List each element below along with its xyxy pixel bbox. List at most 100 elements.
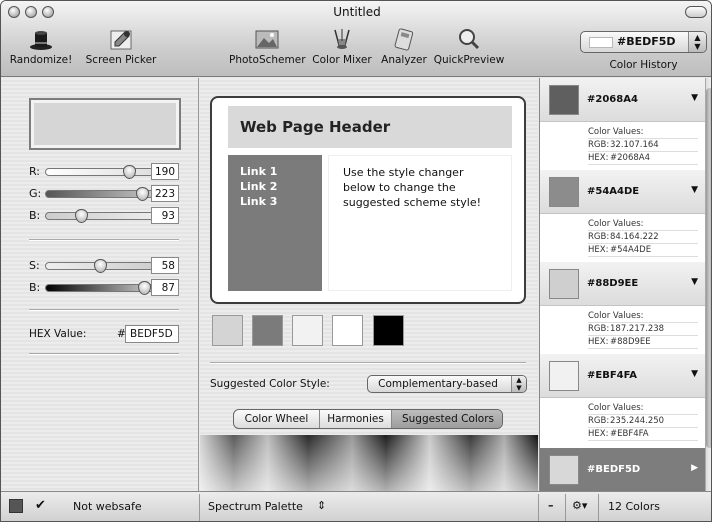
palette-selector[interactable]: Spectrum Palette [208, 500, 303, 520]
divider [29, 239, 179, 241]
rgb-value: 32.107.164 [610, 140, 659, 150]
divider [29, 309, 179, 311]
rgb-value: 235.244.250 [610, 416, 665, 426]
scrollbar-thumb[interactable] [706, 88, 711, 448]
screen-picker-label: Screen Picker [85, 54, 157, 66]
analyzer-button[interactable]: Analyzer [378, 27, 430, 66]
history-code: #88D9EE [587, 278, 639, 289]
mixer-tubes-icon [334, 29, 350, 49]
suggested-style-select[interactable]: Complementary-based ▲ ▼ [367, 375, 527, 393]
gear-menu-button[interactable]: ⚙▾ [572, 499, 587, 519]
history-swatch [549, 85, 579, 115]
history-details: Color Values: RGB:187.217.238 HEX: #88D9E… [588, 310, 698, 349]
green-value-field[interactable]: 223 [151, 185, 179, 202]
history-swatch [549, 361, 579, 391]
color-count: 12 Colors [608, 500, 660, 513]
blue-slider-knob[interactable] [75, 209, 88, 223]
hex-value: #EBF4FA [610, 429, 649, 439]
history-item-selected[interactable]: #BEDF5D ▶ [540, 448, 705, 491]
green-slider-row: G: 223 [29, 185, 189, 202]
green-slider[interactable] [45, 187, 161, 201]
disclosure-triangle-icon[interactable]: ▼ [691, 185, 698, 195]
screen-picker-button[interactable]: Screen Picker [83, 27, 159, 66]
red-slider[interactable] [45, 165, 161, 179]
color-controls-panel: R: 190 G: 223 B: 93 S: 58 B: 87 HEX Valu… [1, 78, 199, 491]
divider [538, 494, 539, 521]
quick-preview-label: QuickPreview [433, 54, 505, 66]
history-item[interactable]: #EBF4FA ▼ Color Values: RGB:235.244.250 … [540, 354, 705, 446]
preview-body-text: Use the style changer below to change th… [328, 155, 512, 291]
brightness-slider-row: B: 87 [29, 279, 189, 296]
rgb-value: 84.164.222 [610, 232, 659, 242]
scheme-swatch[interactable] [252, 315, 283, 346]
history-item-header[interactable]: #88D9EE ▼ [540, 262, 705, 306]
color-values-label: Color Values: [588, 126, 698, 139]
history-item-header[interactable]: #EBF4FA ▼ [540, 354, 705, 398]
red-label: R: [29, 165, 41, 178]
disclosure-triangle-icon[interactable]: ▼ [691, 93, 698, 103]
app-window: Untitled Randomize! Screen Picker PhotoS… [0, 0, 712, 522]
disclosure-triangle-right-icon[interactable]: ▶ [691, 463, 698, 473]
scheme-swatch[interactable] [212, 315, 243, 346]
rgb-label: RGB: [588, 232, 610, 242]
scheme-swatch[interactable] [332, 315, 363, 346]
select-arrows-icon: ▲ ▼ [511, 376, 526, 392]
divider [210, 362, 526, 364]
history-item[interactable]: #54A4DE ▼ Color Values: RGB:84.164.222 H… [540, 170, 705, 262]
hex-value: #88D9EE [610, 337, 651, 347]
disclosure-triangle-icon[interactable]: ▼ [691, 277, 698, 287]
tab-suggested-colors[interactable]: Suggested Colors [392, 410, 502, 428]
blue-slider[interactable] [45, 209, 161, 223]
divider [598, 494, 599, 521]
hex-value-row: HEX Value: # BEDF5D [29, 325, 181, 343]
view-tabs: Color Wheel Harmonies Suggested Colors [233, 409, 503, 429]
color-history-label: Color History [609, 59, 678, 71]
disclosure-triangle-icon[interactable]: ▼ [691, 369, 698, 379]
current-color-well[interactable] [29, 98, 181, 150]
checkmark-icon[interactable]: ✔ [35, 498, 46, 518]
preview-link: Link 2 [240, 180, 278, 193]
red-value-field[interactable]: 190 [151, 163, 179, 180]
photo-schemer-button[interactable]: PhotoSchemer [229, 27, 306, 66]
color-mixer-button[interactable]: Color Mixer [309, 27, 375, 66]
green-slider-knob[interactable] [136, 187, 149, 201]
brightness-slider[interactable] [45, 281, 161, 295]
scheme-swatch[interactable] [292, 315, 323, 346]
tab-color-wheel[interactable]: Color Wheel [234, 410, 320, 428]
brightness-value-field[interactable]: 87 [151, 279, 179, 296]
magnifier-icon [459, 29, 480, 50]
websafe-toggle-icon[interactable] [9, 499, 23, 513]
preview-links: Link 1 Link 2 Link 3 [228, 155, 322, 291]
rgb-label: RGB: [588, 140, 610, 150]
rgb-label: RGB: [588, 416, 610, 426]
brightness-slider-knob[interactable] [138, 281, 151, 295]
color-history-select[interactable]: #BEDF5D ▲ ▼ [580, 31, 707, 53]
saturation-label: S: [29, 259, 40, 272]
brightness-label: B: [29, 281, 41, 294]
blue-value-field[interactable]: 93 [151, 207, 179, 224]
toolbar-toggle-button[interactable] [685, 6, 707, 18]
calculator-icon [394, 28, 414, 51]
spectrum-palette[interactable] [200, 435, 538, 491]
history-item-header[interactable]: #54A4DE ▼ [540, 170, 705, 214]
randomize-button[interactable]: Randomize! [5, 27, 77, 66]
saturation-slider[interactable] [45, 259, 161, 273]
remove-color-button[interactable]: – [548, 499, 554, 519]
palette-arrows-icon[interactable]: ⇕ [317, 499, 326, 519]
quick-preview-button[interactable]: QuickPreview [433, 27, 505, 66]
history-item[interactable]: #2068A4 ▼ Color Values: RGB:32.107.164 H… [540, 78, 705, 170]
history-swatch [549, 269, 579, 299]
status-bar: ✔ Not websafe Spectrum Palette ⇕ – ⚙▾ 12… [1, 491, 711, 521]
history-item-header[interactable]: #BEDF5D ▶ [540, 448, 705, 491]
red-slider-knob[interactable] [123, 165, 136, 179]
tab-harmonies[interactable]: Harmonies [320, 410, 392, 428]
color-mixer-label: Color Mixer [312, 54, 372, 66]
hex-value-field[interactable]: BEDF5D [125, 325, 179, 343]
history-details: Color Values: RGB:32.107.164 HEX: #2068A4 [588, 126, 698, 165]
saturation-value-field[interactable]: 58 [151, 257, 179, 274]
history-item-header[interactable]: #2068A4 ▼ [540, 78, 705, 122]
saturation-slider-knob[interactable] [94, 259, 107, 273]
history-scrollbar[interactable] [705, 78, 711, 491]
scheme-swatch[interactable] [373, 315, 404, 346]
history-item[interactable]: #88D9EE ▼ Color Values: RGB:187.217.238 … [540, 262, 705, 354]
